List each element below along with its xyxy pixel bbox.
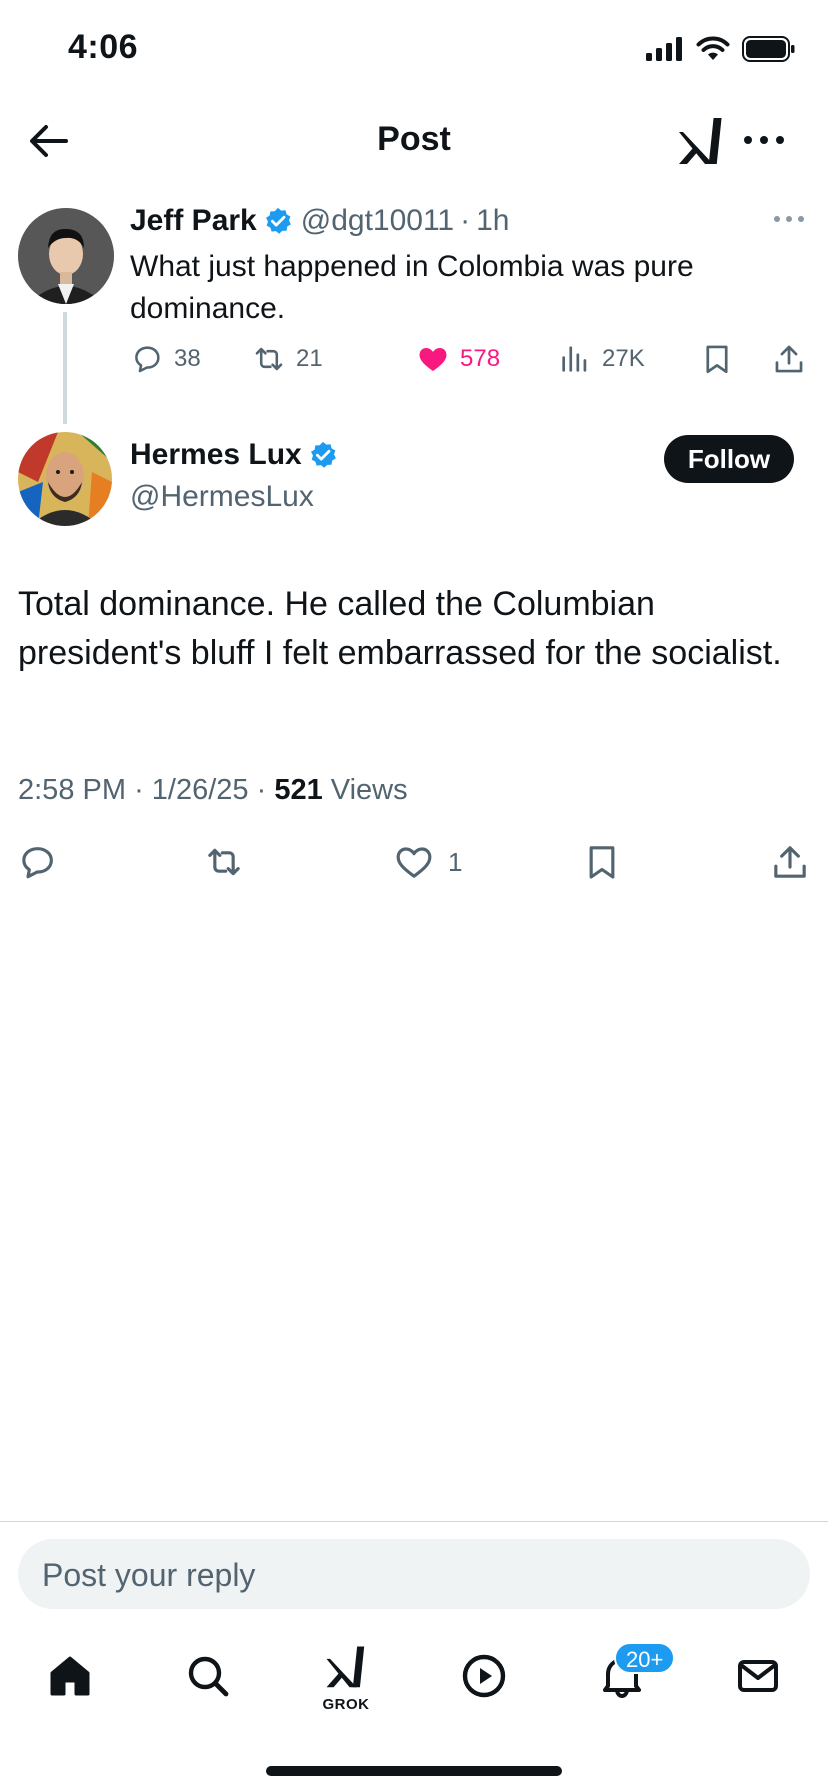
share-button[interactable] (772, 342, 806, 376)
home-icon (50, 1656, 90, 1696)
bottom-tab-bar: GROK 20+ (0, 1630, 828, 1730)
bookmark-button[interactable] (582, 842, 622, 882)
repost-count: 21 (296, 345, 323, 372)
post-header: Post (0, 100, 828, 180)
parent-post-header: Jeff Park @dgt10011 · 1h (130, 204, 509, 238)
messages-icon (738, 1660, 778, 1692)
views-count: 27K (602, 345, 645, 372)
avatar[interactable] (18, 208, 114, 304)
battery-icon (742, 36, 795, 62)
bookmark-button[interactable] (700, 342, 734, 376)
wifi-icon (696, 36, 730, 60)
post-meta: 2:58 PM · 1/26/25 · 521 Views (18, 774, 408, 807)
post-text: What just happened in Colombia was pure … (130, 250, 694, 325)
like-icon (396, 847, 432, 878)
views-button[interactable]: 27K (558, 342, 645, 376)
more-icon (744, 136, 784, 144)
share-icon (775, 345, 803, 373)
avatar[interactable] (18, 432, 112, 526)
parent-post[interactable]: Jeff Park @dgt10011 · 1h What just happe… (0, 200, 828, 424)
status-bar: 4:06 (0, 0, 828, 100)
tab-messages[interactable] (728, 1646, 788, 1706)
thread-line (63, 312, 67, 424)
like-button[interactable]: 578 (416, 342, 500, 376)
like-icon (419, 347, 447, 372)
follow-button[interactable]: Follow (664, 435, 794, 483)
grok-icon (326, 1646, 365, 1688)
repost-icon (208, 848, 240, 876)
status-icons (646, 36, 796, 62)
tab-video[interactable] (454, 1646, 514, 1706)
bookmark-icon (706, 345, 728, 374)
reply-button[interactable]: 38 (130, 342, 201, 376)
separator-dot: · (460, 204, 471, 237)
reply-count: 38 (174, 345, 201, 372)
search-icon (188, 1656, 229, 1697)
verified-icon (310, 441, 336, 468)
more-options-button[interactable] (742, 130, 786, 150)
views-icon (562, 346, 587, 372)
views-count: 521 (274, 774, 323, 806)
author-name[interactable]: Jeff Park (130, 204, 257, 238)
separator-dot: · (134, 774, 152, 806)
author-handle: @HermesLux (130, 480, 314, 513)
repost-button[interactable]: 21 (252, 342, 323, 376)
repost-icon (255, 347, 283, 371)
reply-placeholder: Post your reply (42, 1557, 256, 1593)
xai-button[interactable] (676, 114, 726, 166)
share-button[interactable] (770, 842, 810, 882)
separator-dot: · (256, 774, 275, 806)
views-label[interactable]: Views (331, 774, 408, 806)
reply-icon (135, 346, 160, 373)
notifications-badge: 20+ (614, 1642, 676, 1674)
reply-icon (22, 847, 53, 879)
post-date: 1/26/25 (151, 774, 249, 806)
status-time: 4:06 (68, 28, 139, 66)
author-name[interactable]: Hermes Lux (130, 438, 302, 472)
post-text: Total dominance. He called the Columbian… (18, 585, 782, 672)
xai-logo-icon (679, 118, 722, 164)
like-button[interactable]: 1 (394, 842, 462, 882)
like-count: 578 (460, 345, 501, 372)
divider (0, 1521, 828, 1522)
tab-grok[interactable]: GROK (316, 1636, 376, 1713)
author-handle: @dgt10011 (300, 204, 455, 237)
avatar-image (18, 432, 112, 526)
tab-search[interactable] (178, 1646, 238, 1706)
verified-icon (265, 207, 291, 234)
grok-label: GROK (322, 1696, 370, 1713)
signal-icon (646, 37, 682, 61)
like-count: 1 (448, 846, 463, 877)
main-action-bar: 1 (0, 842, 828, 892)
more-icon (774, 216, 804, 222)
bookmark-icon (589, 846, 615, 879)
post-time: 2:58 PM (18, 774, 126, 806)
parent-action-bar: 38 21 578 27K (130, 342, 810, 382)
reply-button[interactable] (18, 842, 58, 882)
home-indicator (266, 1766, 562, 1776)
post-time: 1h (476, 204, 510, 237)
parent-more-button[interactable] (772, 212, 806, 226)
share-icon (774, 846, 806, 878)
repost-button[interactable] (204, 842, 244, 882)
tab-home[interactable] (40, 1646, 100, 1706)
video-icon (462, 1654, 506, 1698)
main-post-header: Hermes Lux (130, 438, 338, 472)
reply-input[interactable]: Post your reply (18, 1539, 810, 1609)
avatar-image (18, 208, 114, 304)
